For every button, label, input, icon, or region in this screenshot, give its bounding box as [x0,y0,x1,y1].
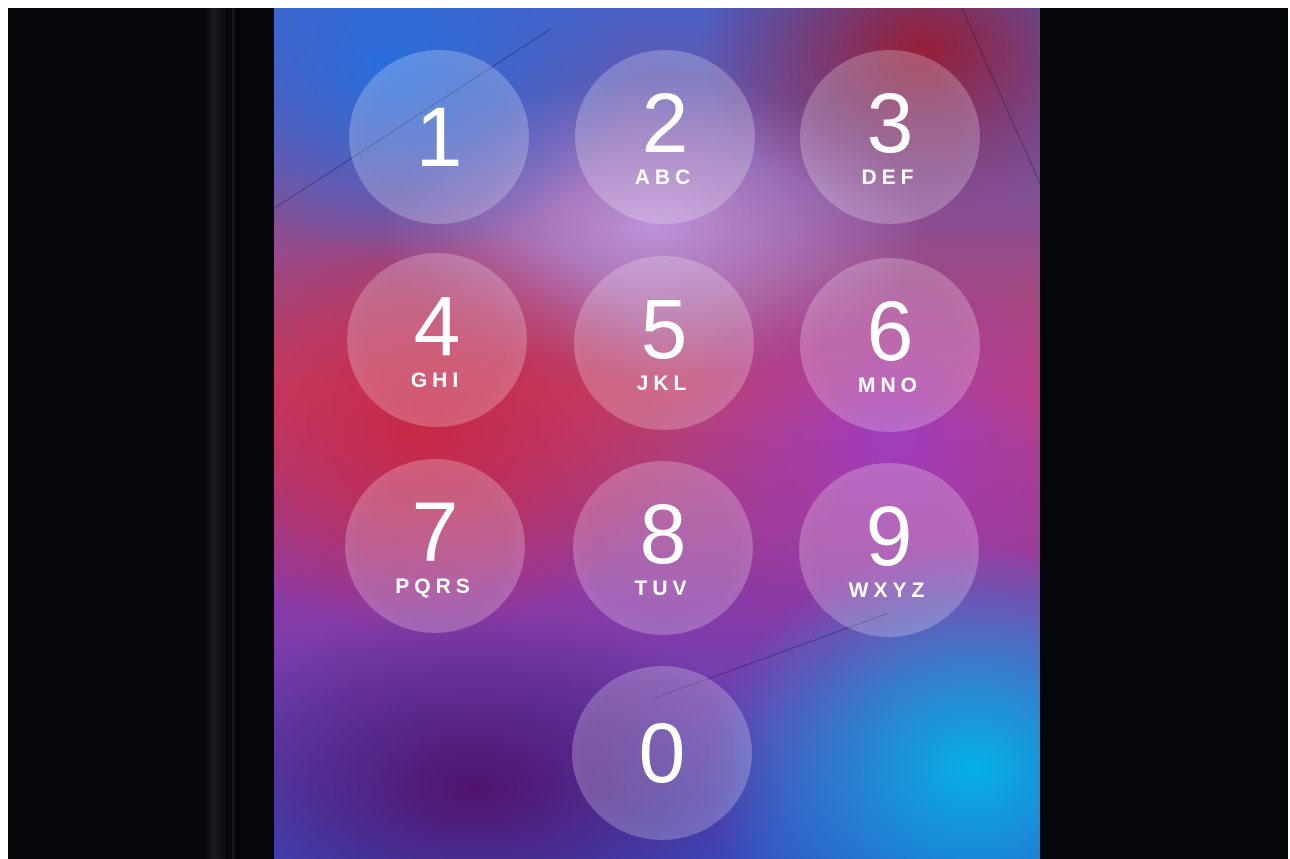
key-letters: GHI [410,369,464,392]
phone-edge [204,8,226,859]
key-2[interactable]: 2 ABC [575,50,755,224]
photo-frame: 1 2 ABC 3 DEF 4 GHI 5 JKL 6 MNO 7 PQRS 8… [8,8,1288,859]
lock-screen: 1 2 ABC 3 DEF 4 GHI 5 JKL 6 MNO 7 PQRS 8… [274,8,1040,859]
phone-edge-line [232,8,235,859]
key-digit: 8 [639,487,687,581]
key-digit: 6 [866,284,914,378]
key-9[interactable]: 9 WXYZ [799,463,979,637]
key-digit: 5 [640,282,688,376]
key-8[interactable]: 8 TUV [573,461,753,635]
key-letters: TUV [634,577,692,600]
key-digit: 1 [415,90,463,184]
key-digit: 7 [411,485,459,579]
key-digit: 0 [638,706,686,800]
key-4[interactable]: 4 GHI [347,253,527,427]
key-5[interactable]: 5 JKL [574,256,754,430]
key-digit: 2 [641,76,689,170]
key-letters: WXYZ [848,579,930,602]
key-digit: 9 [865,489,913,583]
key-letters: ABC [634,166,696,189]
key-6[interactable]: 6 MNO [800,258,980,432]
key-letters: JKL [636,372,692,395]
key-letters: PQRS [395,575,475,598]
key-1[interactable]: 1 [349,50,529,224]
key-0[interactable]: 0 [572,666,752,840]
key-3[interactable]: 3 DEF [800,50,980,224]
key-digit: 4 [413,279,461,373]
key-digit: 3 [866,76,914,170]
key-letters: MNO [858,374,922,397]
key-7[interactable]: 7 PQRS [345,459,525,633]
key-letters: DEF [861,166,919,189]
